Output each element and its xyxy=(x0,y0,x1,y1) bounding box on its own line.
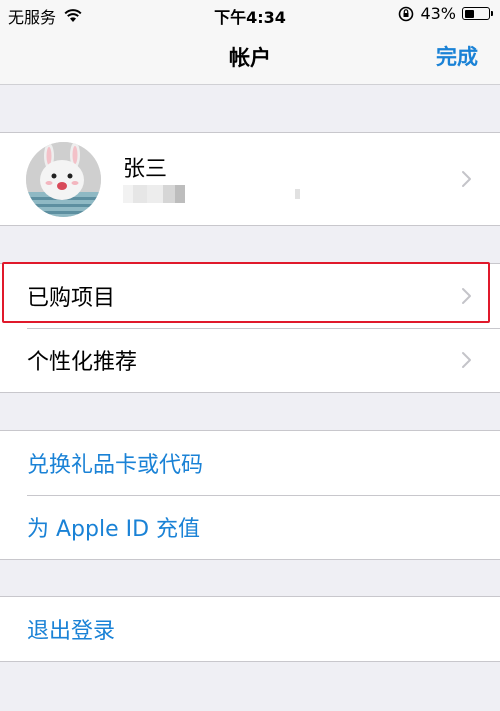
redeem-gift-card-link: 兑换礼品卡或代码 xyxy=(27,453,204,478)
purchased-row[interactable]: 已购项目 xyxy=(0,264,500,328)
purchases-section: 已购项目 个性化推荐 xyxy=(0,263,500,393)
funds-section: 兑换礼品卡或代码 为 Apple ID 充值 xyxy=(0,430,500,560)
add-funds-row[interactable]: 为 Apple ID 充值 xyxy=(0,495,500,559)
redacted-mark xyxy=(295,189,300,199)
personalized-label: 个性化推荐 xyxy=(27,350,138,375)
add-funds-link: 为 Apple ID 充值 xyxy=(27,517,201,542)
profile-section: 张三 xyxy=(0,132,500,226)
page-title: 帐户 xyxy=(229,46,271,70)
done-button[interactable]: 完成 xyxy=(436,41,478,71)
orientation-lock-icon xyxy=(399,6,414,21)
profile-row[interactable]: 张三 xyxy=(0,133,500,225)
personalized-recommendations-row[interactable]: 个性化推荐 xyxy=(0,328,500,392)
chevron-right-icon xyxy=(462,352,471,368)
battery-percent: 43% xyxy=(420,4,456,23)
sign-out-section: 退出登录 xyxy=(0,596,500,662)
sign-out-row[interactable]: 退出登录 xyxy=(0,597,500,661)
battery-icon xyxy=(462,7,493,20)
profile-name: 张三 xyxy=(123,157,168,182)
navigation-bar: 帐户 完成 xyxy=(0,28,500,85)
avatar xyxy=(26,142,101,217)
chevron-right-icon xyxy=(462,288,471,304)
redacted-account-id xyxy=(123,185,185,203)
chevron-right-icon xyxy=(462,171,471,187)
redeem-row[interactable]: 兑换礼品卡或代码 xyxy=(0,431,500,495)
sign-out-link: 退出登录 xyxy=(27,619,116,644)
purchased-label: 已购项目 xyxy=(27,286,116,311)
status-bar: 无服务 下午4:34 43% xyxy=(0,0,500,28)
